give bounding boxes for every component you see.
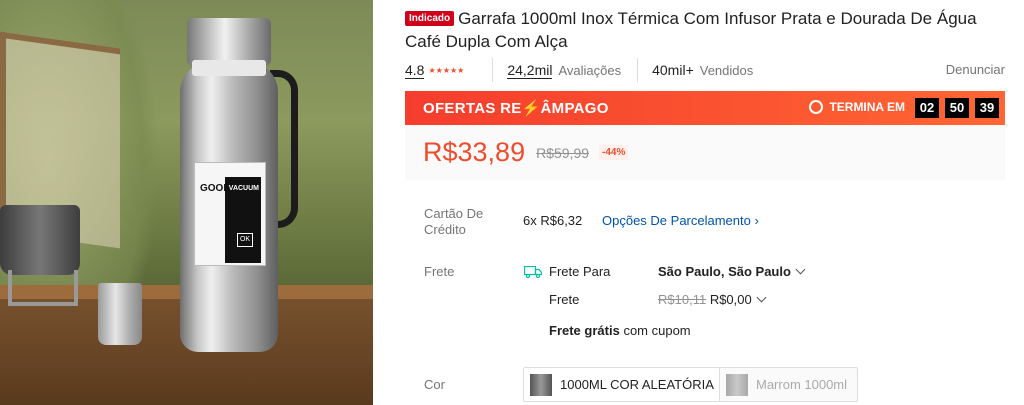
product-page: GOOD VACUUM OK Indicado Garrafa 1000ml In…	[0, 0, 1024, 405]
shipping-label: Frete	[424, 264, 455, 279]
reviews-label: Avaliações	[558, 62, 622, 78]
rating-stars-icon: ★★★★★	[428, 65, 465, 75]
product-info: Indicado Garrafa 1000ml Inox Térmica Com …	[405, 0, 1024, 405]
destination-text: São Paulo, São Paulo	[658, 264, 791, 279]
camping-pot	[0, 205, 80, 275]
recommended-badge: Indicado	[405, 11, 455, 26]
ends-in: TERMINA EM	[809, 100, 905, 114]
divider	[637, 58, 639, 82]
chevron-right-icon: ›	[754, 213, 759, 228]
free-shipping-bold: Frete grátis	[549, 323, 620, 338]
timer-seconds: 39	[975, 98, 999, 118]
bottle-cap	[187, 18, 271, 66]
flash-sale-banner: OFERTAS RE⚡ÂMPAGO TERMINA EM 02 50 39	[405, 91, 1005, 125]
shipping-destination[interactable]: São Paulo, São Paulo	[658, 264, 806, 279]
shipping-fee-current: R$0,00	[709, 292, 752, 307]
timer-minutes: 50	[945, 98, 969, 118]
variant-option-brown[interactable]: Marrom 1000ml	[719, 367, 859, 402]
shipping-fee[interactable]: R$10,11 R$0,00	[658, 292, 767, 307]
original-price: R$59,99	[536, 144, 590, 161]
bottle-ring	[192, 60, 266, 76]
variant-option-random[interactable]: 1000ML COR ALEATÓRIA	[523, 367, 725, 402]
installment-options-link[interactable]: Opções De Parcelamento ›	[602, 213, 759, 228]
bottle-label: GOOD VACUUM OK	[194, 162, 266, 266]
divider	[492, 58, 494, 82]
variant-thumbnail	[726, 373, 748, 396]
sold-label: Vendidos	[699, 62, 754, 78]
flash-sale-title: OFERTAS RE⚡ÂMPAGO	[423, 99, 609, 117]
truck-icon	[524, 266, 542, 278]
shipping-to-label: Frete Para	[549, 264, 611, 279]
product-title-text: Garrafa 1000ml Inox Térmica Com Infusor …	[405, 9, 977, 51]
product-image[interactable]: GOOD VACUUM OK	[0, 0, 373, 405]
camping-stove	[8, 270, 78, 306]
flash-title-part2: ÂMPAGO	[540, 100, 609, 117]
free-shipping-note: Frete grátis com cupom	[549, 323, 691, 338]
installment-options-text: Opções De Parcelamento	[602, 213, 751, 228]
clock-icon	[809, 100, 824, 114]
current-price: R$33,89	[423, 137, 526, 167]
reviews-count[interactable]: 24,2mil	[507, 62, 553, 79]
variant-thumbnail	[530, 373, 552, 396]
product-stats: 4.8 ★★★★★ 24,2mil Avaliações 40mil+ Vend…	[405, 58, 1005, 82]
label-ok: OK	[237, 233, 253, 247]
chevron-down-icon	[795, 264, 806, 275]
label-vacuum: VACUUM	[228, 185, 259, 192]
flash-title-part1: OFERTAS RE	[423, 100, 522, 117]
variant-option-label: Marrom 1000ml	[756, 377, 848, 392]
rating-value[interactable]: 4.8	[405, 62, 425, 79]
discount-badge: -44%	[599, 145, 629, 160]
free-shipping-rest: com cupom	[623, 323, 691, 338]
timer-hours: 02	[915, 98, 939, 118]
installments-value: 6x R$6,32	[523, 213, 583, 228]
chevron-down-icon	[756, 292, 767, 303]
steel-cup	[98, 283, 142, 345]
product-title: Indicado Garrafa 1000ml Inox Térmica Com …	[405, 7, 1015, 53]
ends-label: TERMINA EM	[829, 100, 905, 114]
shipping-fee-original: R$10,11	[658, 292, 707, 307]
installments-label: Cartão De Crédito	[424, 206, 484, 237]
color-label: Cor	[424, 377, 445, 392]
shipping-fee-label: Frete	[549, 292, 580, 307]
variant-option-label: 1000ML COR ALEATÓRIA	[560, 377, 714, 392]
report-link[interactable]: Denunciar	[946, 62, 1005, 77]
sold-count: 40mil+	[652, 62, 694, 78]
price-box: R$33,89 R$59,99 -44%	[405, 125, 1005, 180]
lightning-icon: ⚡	[521, 100, 541, 117]
countdown-timer: 02 50 39	[915, 98, 999, 118]
